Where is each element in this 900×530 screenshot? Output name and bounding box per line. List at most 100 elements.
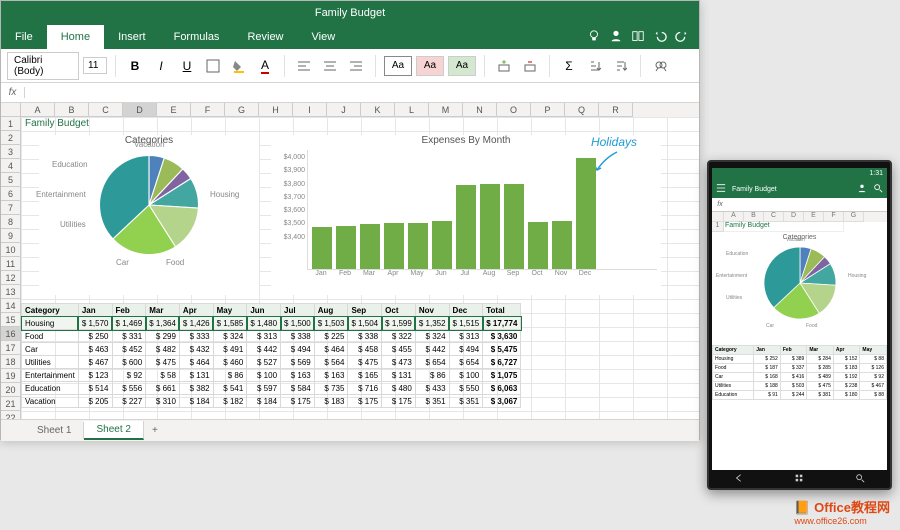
table-row[interactable]: Car$ 463$ 452$ 482$ 432$ 491$ 442$ 494$ … [22,343,521,356]
table-header[interactable]: May [213,304,247,317]
tab-insert[interactable]: Insert [104,25,160,49]
row-header-20[interactable]: 20 [1,383,21,397]
redo-icon[interactable] [675,29,689,46]
row-header-3[interactable]: 3 [1,145,21,159]
col-header-D[interactable]: D [123,103,157,117]
tab-formulas[interactable]: Formulas [160,25,234,49]
row-header-9[interactable]: 9 [1,229,21,243]
phone-home-icon[interactable] [794,470,804,488]
table-row[interactable]: Food$ 250$ 331$ 299$ 333$ 324$ 313$ 338$… [22,330,521,343]
phone-cell-a1[interactable]: Family Budget [724,222,844,232]
table-header[interactable]: Dec [449,304,483,317]
table-row[interactable]: Vacation$ 205$ 227$ 310$ 184$ 182$ 184$ … [22,395,521,408]
row-header-7[interactable]: 7 [1,201,21,215]
phone-search-icon[interactable] [873,183,883,195]
col-header-R[interactable]: R [599,103,633,117]
table-header[interactable]: Aug [314,304,348,317]
insert-cells-button[interactable] [493,55,515,77]
table-header[interactable]: Oct [382,304,416,317]
reading-icon[interactable] [631,29,645,46]
row-header-1[interactable]: 1 [1,117,21,131]
col-header-A[interactable]: A [21,103,55,117]
align-left-button[interactable] [293,55,315,77]
undo-icon[interactable] [653,29,667,46]
phone-table[interactable]: CategoryJanFebMarAprMayHousing$ 252$ 389… [712,345,887,400]
row-header-6[interactable]: 6 [1,187,21,201]
col-header-G[interactable]: G [225,103,259,117]
cell-a1[interactable]: Family Budget [23,117,91,131]
row-header-12[interactable]: 12 [1,271,21,285]
cell-style-1[interactable]: Aa [384,56,412,76]
fill-color-button[interactable] [228,55,250,77]
find-button[interactable] [649,55,671,77]
font-name-select[interactable]: Calibri (Body) [7,52,79,80]
phone-search-nav-icon[interactable] [855,470,865,488]
cell-style-2[interactable]: Aa [416,56,444,76]
border-button[interactable] [202,55,224,77]
table-header[interactable]: Nov [415,304,449,317]
col-header-E[interactable]: E [157,103,191,117]
underline-button[interactable]: U [176,55,198,77]
col-header-H[interactable]: H [259,103,293,117]
col-header-I[interactable]: I [293,103,327,117]
row-header-8[interactable]: 8 [1,215,21,229]
col-header-K[interactable]: K [361,103,395,117]
col-header-C[interactable]: C [89,103,123,117]
font-color-button[interactable]: A [254,55,276,77]
col-header-Q[interactable]: Q [565,103,599,117]
col-header-J[interactable]: J [327,103,361,117]
delete-cells-button[interactable] [519,55,541,77]
row-header-22[interactable]: 22 [1,411,21,419]
sheet-tab-2[interactable]: Sheet 2 [84,421,143,440]
row-header-5[interactable]: 5 [1,173,21,187]
lightbulb-icon[interactable] [587,29,601,46]
col-header-L[interactable]: L [395,103,429,117]
table-header[interactable]: Sep [348,304,382,317]
col-header-M[interactable]: M [429,103,463,117]
phone-back-icon[interactable] [734,470,744,488]
row-header-2[interactable]: 2 [1,131,21,145]
col-header-P[interactable]: P [531,103,565,117]
table-header[interactable]: Feb [112,304,146,317]
tab-file[interactable]: File [1,25,47,49]
sheet[interactable]: 12345678910111213141516171819202122 Fami… [1,117,699,419]
table-header[interactable]: Mar [146,304,180,317]
phone-formula-bar[interactable]: fx [712,198,887,212]
italic-button[interactable]: I [150,55,172,77]
row-header-14[interactable]: 14 [1,299,21,313]
add-sheet-button[interactable]: + [144,425,166,436]
pie-chart[interactable]: Categories Vacation Education Entertainm… [39,135,259,295]
table-header[interactable]: Total [483,304,521,317]
align-right-button[interactable] [345,55,367,77]
col-header-B[interactable]: B [55,103,89,117]
hamburger-icon[interactable] [716,183,726,195]
row-header-19[interactable]: 19 [1,369,21,383]
row-header-4[interactable]: 4 [1,159,21,173]
sheet-tab-1[interactable]: Sheet 1 [25,422,84,439]
row-header-11[interactable]: 11 [1,257,21,271]
select-all-corner[interactable] [1,103,21,117]
fx-label[interactable]: fx [1,87,25,98]
sort-desc-button[interactable] [610,55,632,77]
table-row[interactable]: Housing$ 1,570$ 1,469$ 1,364$ 1,426$ 1,5… [22,317,521,330]
bar-chart[interactable]: Expenses By Month Holidays JanFebMarAprM… [271,135,661,295]
row-header-18[interactable]: 18 [1,355,21,369]
row-header-15[interactable]: 15 [1,313,21,327]
tab-view[interactable]: View [298,25,350,49]
table-row[interactable]: Education$ 514$ 556$ 661$ 382$ 541$ 597$… [22,382,521,395]
table-header[interactable]: Category [22,304,79,317]
sort-asc-button[interactable] [584,55,606,77]
row-header-10[interactable]: 10 [1,243,21,257]
table-row[interactable]: Entertainment$ 123$ 92$ 58$ 131$ 86$ 100… [22,369,521,382]
align-center-button[interactable] [319,55,341,77]
row-header-21[interactable]: 21 [1,397,21,411]
table-header[interactable]: Jul [281,304,315,317]
font-size-select[interactable]: 11 [83,57,107,74]
table-header[interactable]: Jan [78,304,112,317]
phone-pie-chart[interactable]: Vacation Education Entertainment Utiliti… [716,243,883,343]
table-header[interactable]: Jun [247,304,281,317]
tab-home[interactable]: Home [47,25,104,49]
phone-share-icon[interactable] [857,183,867,195]
share-icon[interactable] [609,29,623,46]
row-header-17[interactable]: 17 [1,341,21,355]
